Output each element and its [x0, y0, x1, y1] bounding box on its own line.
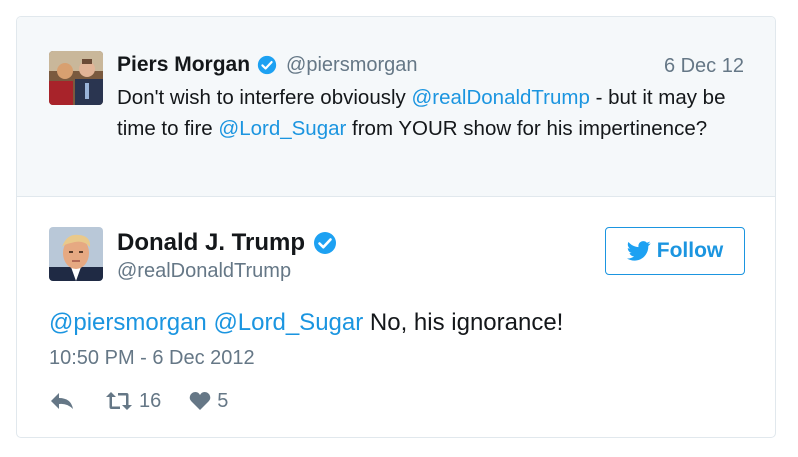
main-tweet-text: @piersmorgan @Lord_Sugar No, his ignoran… — [49, 309, 563, 337]
heart-icon — [189, 392, 211, 410]
mention-link[interactable]: @Lord_Sugar — [218, 117, 346, 140]
retweet-count: 16 — [139, 389, 162, 412]
main-author-name[interactable]: Donald J. Trump — [117, 229, 305, 257]
twitter-bird-icon — [626, 241, 651, 261]
parent-author-name[interactable]: Piers Morgan — [117, 53, 250, 77]
tweet-actions: 16 5 — [49, 389, 228, 413]
main-author-handle[interactable]: @realDonaldTrump — [117, 260, 291, 283]
parent-tweet-date[interactable]: 6 Dec 12 — [664, 55, 744, 78]
like-button[interactable]: 5 — [189, 390, 228, 413]
donald-trump-avatar[interactable] — [49, 227, 103, 281]
retweet-icon — [106, 392, 132, 410]
main-author-row: Donald J. Trump — [117, 229, 337, 257]
reply-icon — [51, 393, 73, 409]
embedded-tweet-card: Piers Morgan @piersmorgan 6 Dec 12 Don't… — [16, 16, 776, 438]
verified-badge-icon — [257, 55, 277, 75]
retweet-button[interactable]: 16 — [105, 390, 161, 413]
parent-tweet-text: Don't wish to interfere obviously @realD… — [117, 83, 737, 144]
tweet-text-segment: No, his ignorance! — [363, 309, 564, 336]
mention-link[interactable]: @piersmorgan — [49, 309, 207, 336]
parent-author-handle[interactable]: @piersmorgan — [286, 54, 417, 77]
follow-button[interactable]: Follow — [605, 227, 745, 275]
reply-button[interactable] — [49, 391, 75, 411]
tweet-text-segment: from YOUR show for his impertinence? — [346, 116, 708, 140]
follow-button-label: Follow — [656, 239, 724, 262]
like-count: 5 — [217, 389, 229, 412]
tweet-text-segment: Don't wish to interfere obviously — [117, 86, 412, 109]
tweet-timestamp[interactable]: 10:50 PM - 6 Dec 2012 — [49, 347, 255, 370]
piers-morgan-avatar[interactable] — [49, 51, 103, 105]
verified-badge-icon — [314, 232, 337, 254]
parent-author-row: Piers Morgan @piersmorgan — [117, 53, 418, 77]
mention-link[interactable]: @Lord_Sugar — [213, 309, 363, 336]
mention-link[interactable]: @realDonaldTrump — [411, 86, 589, 109]
parent-tweet[interactable]: Piers Morgan @piersmorgan 6 Dec 12 Don't… — [17, 17, 775, 197]
